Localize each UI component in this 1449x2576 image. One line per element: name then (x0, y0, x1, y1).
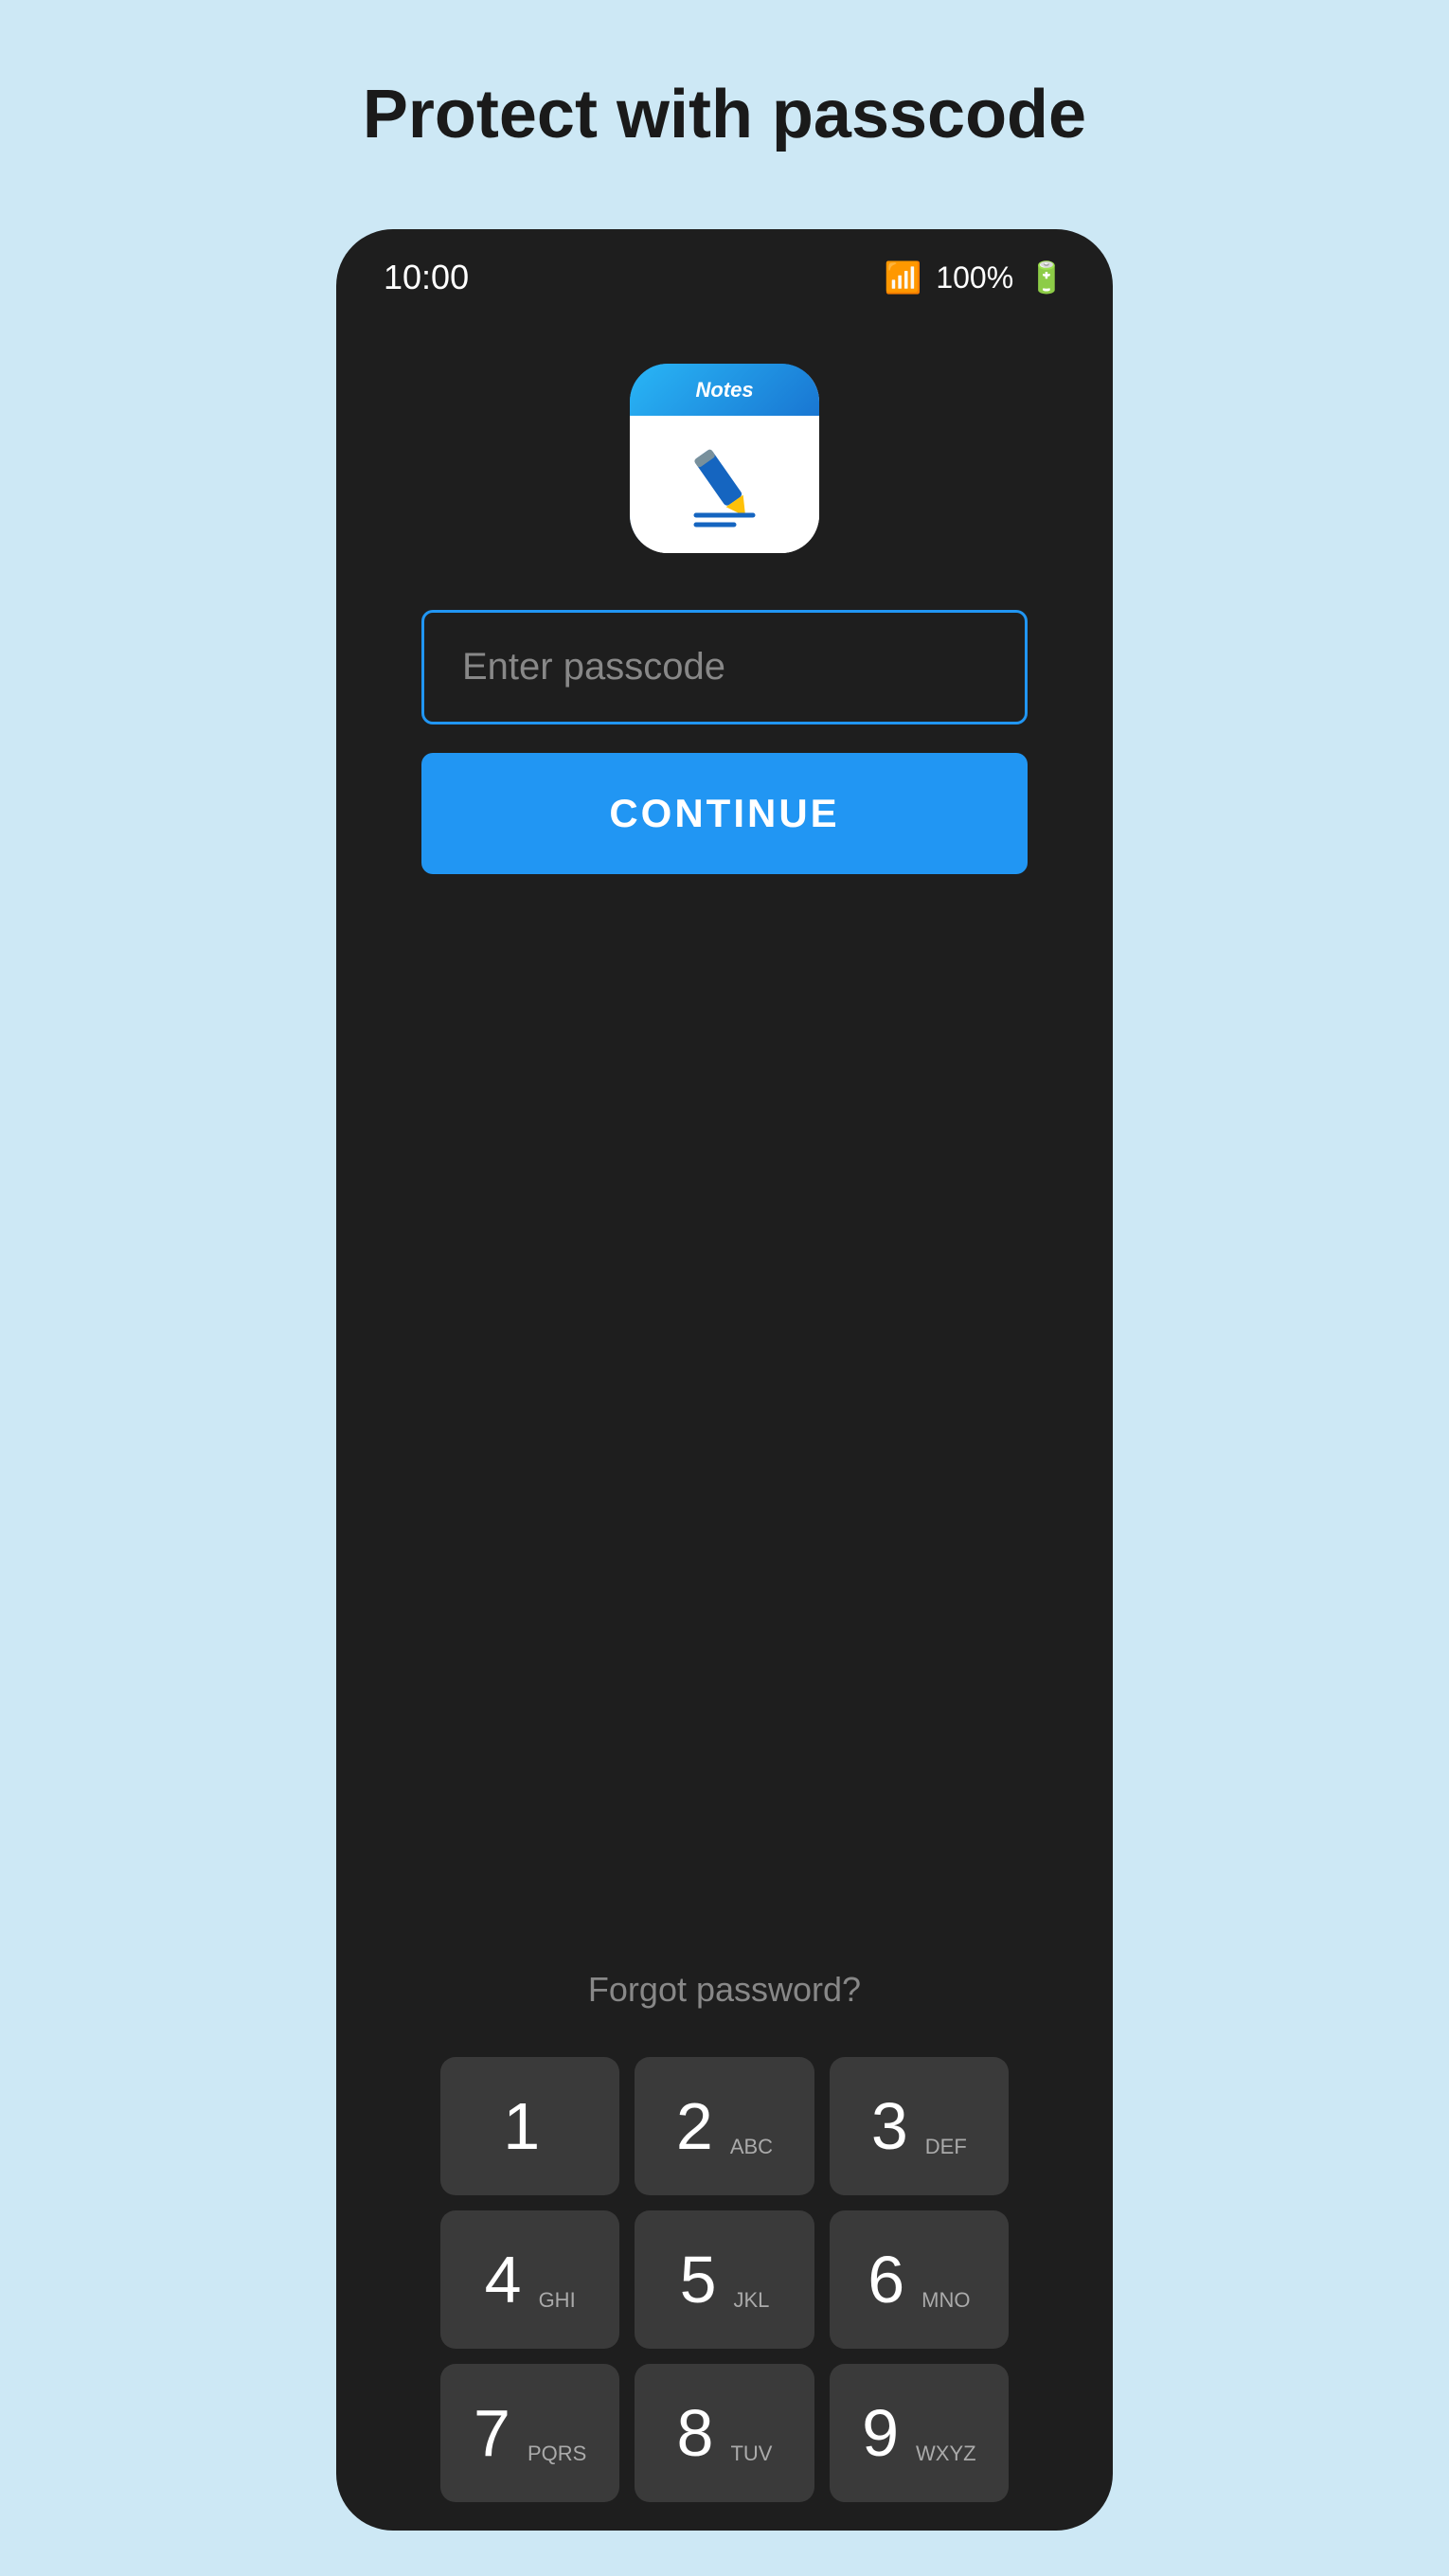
key-2[interactable]: 2 ABC (635, 2057, 814, 2195)
key-7[interactable]: 7 PQRS (440, 2364, 619, 2502)
keypad: 1 2 ABC 3 DEF 4 GHI (421, 2057, 1028, 2531)
key-4[interactable]: 4 GHI (440, 2210, 619, 2349)
key-9[interactable]: 9 WXYZ (830, 2364, 1009, 2502)
app-icon-label: Notes (695, 378, 753, 402)
wifi-icon: 📶 (884, 259, 921, 295)
status-right: 📶 100% 🔋 (884, 259, 1065, 295)
key-5[interactable]: 5 JKL (635, 2210, 814, 2349)
phone-frame: 10:00 📶 100% 🔋 Notes (336, 229, 1113, 2531)
app-icon-bottom (630, 416, 819, 553)
pencil-icon (677, 438, 772, 532)
key-3[interactable]: 3 DEF (830, 2057, 1009, 2195)
app-icon-top: Notes (630, 364, 819, 416)
battery-icon: 🔋 (1028, 259, 1065, 295)
battery-percent: 100% (936, 260, 1013, 295)
page-title: Protect with passcode (363, 76, 1086, 153)
passcode-input-wrapper (421, 610, 1028, 724)
key-1[interactable]: 1 (440, 2057, 619, 2195)
key-8[interactable]: 8 TUV (635, 2364, 814, 2502)
passcode-input[interactable] (421, 610, 1028, 724)
key-6[interactable]: 6 MNO (830, 2210, 1009, 2349)
content-area: Notes (336, 307, 1113, 2531)
continue-button[interactable]: CONTINUE (421, 753, 1028, 874)
forgot-password-link[interactable]: Forgot password? (588, 1970, 861, 2010)
app-icon: Notes (630, 364, 819, 553)
status-bar: 10:00 📶 100% 🔋 (336, 229, 1113, 307)
status-time: 10:00 (384, 258, 469, 297)
